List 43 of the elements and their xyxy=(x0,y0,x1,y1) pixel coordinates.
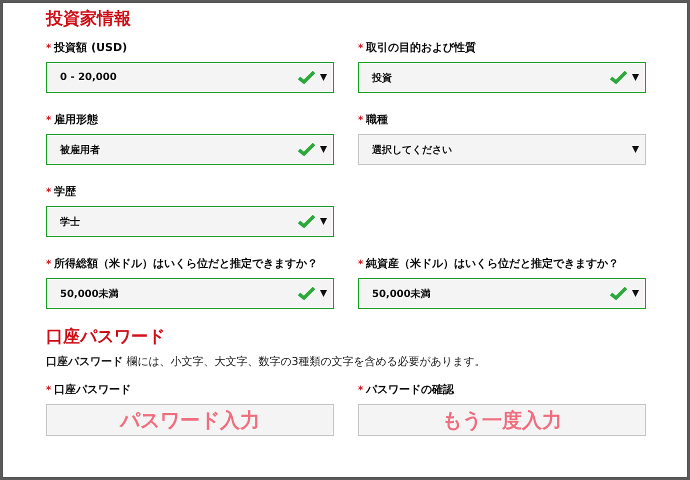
required-asterisk: * xyxy=(46,384,52,398)
required-asterisk: * xyxy=(358,42,364,56)
required-asterisk: * xyxy=(46,258,52,272)
dropdown[interactable]: 50,000未満 xyxy=(358,278,646,309)
caret-icon xyxy=(320,290,327,297)
required-asterisk: * xyxy=(358,114,364,128)
field-label: 所得総額（米ドル）はいくら位だと推定できますか？ xyxy=(54,257,318,271)
caret-icon xyxy=(320,74,327,81)
password-field[interactable]: もう一度入力 xyxy=(358,404,646,436)
required-asterisk: * xyxy=(46,186,52,200)
section-title: 口座パスワード xyxy=(46,326,166,349)
caret-icon xyxy=(320,218,327,225)
section-title: 投資家情報 xyxy=(46,8,132,31)
field-label: 投資額 (USD) xyxy=(54,41,128,55)
checkmark-icon xyxy=(298,71,315,84)
dropdown[interactable]: 被雇用者 xyxy=(46,134,334,165)
checkmark-icon xyxy=(298,143,315,156)
field-label: 雇用形態 xyxy=(54,113,98,127)
dropdown[interactable]: 選択してください xyxy=(358,134,646,165)
field-label: 学歴 xyxy=(54,185,76,199)
required-asterisk: * xyxy=(358,258,364,272)
password-note: 口座パスワード 欄には、小文字、大文字、数字の3種類の文字を含める必要があります。 xyxy=(46,355,486,369)
caret-icon xyxy=(632,74,639,81)
required-asterisk: * xyxy=(358,384,364,398)
checkmark-icon xyxy=(298,215,315,228)
dropdown[interactable]: 投資 xyxy=(358,62,646,93)
dropdown[interactable]: 学士 xyxy=(46,206,334,237)
field-label: 純資産（米ドル）はいくら位だと推定できますか？ xyxy=(366,257,620,271)
field-label: 取引の目的および性質 xyxy=(366,41,476,55)
checkmark-icon xyxy=(610,287,627,300)
required-asterisk: * xyxy=(46,114,52,128)
caret-icon xyxy=(632,146,639,153)
checkmark-icon xyxy=(298,287,315,300)
field-label: 口座パスワード xyxy=(54,383,132,397)
field-label: パスワードの確認 xyxy=(366,383,454,397)
dropdown[interactable]: 0 - 20,000 xyxy=(46,62,334,93)
caret-icon xyxy=(320,146,327,153)
required-asterisk: * xyxy=(46,42,52,56)
field-label: 職種 xyxy=(366,113,388,127)
dropdown[interactable]: 50,000未満 xyxy=(46,278,334,309)
password-field[interactable]: パスワード入力 xyxy=(46,404,334,436)
checkmark-icon xyxy=(610,71,627,84)
caret-icon xyxy=(632,290,639,297)
